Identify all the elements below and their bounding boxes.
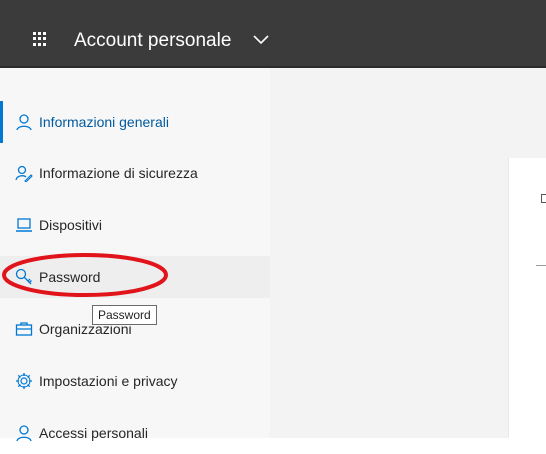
briefcase-icon [15,322,33,336]
sidebar-item-label: Dispositivi [39,217,103,233]
main-content [270,68,546,438]
app-title[interactable]: Account personale [74,29,231,53]
sidebar-item-label: Accessi personali [39,425,148,441]
sidebar-item-accessi-personali[interactable]: Accessi personali [0,412,270,454]
sidebar-item-label: Informazione di sicurezza [39,165,198,181]
key-icon [15,268,32,285]
card-divider [536,265,546,266]
gear-icon [16,373,32,389]
security-info-icon [15,165,33,182]
card-icon [541,194,546,203]
laptop-icon [16,218,32,232]
sidebar-item-impostazioni-e-privacy[interactable]: Impostazioni e privacy [0,360,270,402]
person-icon [16,114,32,131]
sidebar-item-informazione-di-sicurezza[interactable]: Informazione di sicurezza [0,152,270,194]
sidebar-item-password[interactable]: Password [0,256,270,298]
top-bar: Account personale [0,0,546,68]
sidebar: Informazioni generali Informazione di si… [0,68,270,442]
tooltip: Password [92,305,157,325]
sidebar-item-label: Password [39,269,101,285]
sidebar-item-informazioni-generali[interactable]: Informazioni generali [0,101,270,143]
sidebar-item-label: Impostazioni e privacy [39,373,178,389]
person-icon [16,425,32,442]
sidebar-item-dispositivi[interactable]: Dispositivi [0,204,270,246]
chevron-down-icon[interactable] [253,35,269,45]
waffle-icon[interactable] [33,32,47,46]
sidebar-item-label: Informazioni generali [39,114,169,130]
